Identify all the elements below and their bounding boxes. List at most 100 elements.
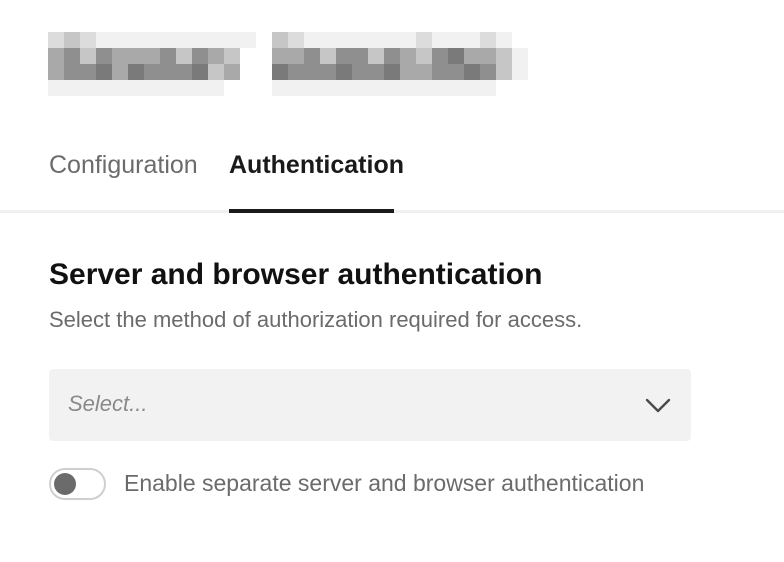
redacted-pixel xyxy=(544,64,560,80)
redacted-pixel xyxy=(352,32,368,48)
redacted-pixel xyxy=(336,32,352,48)
redacted-pixel xyxy=(352,80,368,96)
redacted-pixel xyxy=(144,32,160,48)
redacted-pixel xyxy=(288,48,304,64)
redacted-pixel xyxy=(512,32,528,48)
redacted-pixel xyxy=(288,80,304,96)
redacted-pixel xyxy=(48,32,64,48)
redacted-pixel xyxy=(464,32,480,48)
select-placeholder: Select... xyxy=(68,391,148,416)
redacted-pixel xyxy=(464,64,480,80)
redacted-pixel xyxy=(368,48,384,64)
redacted-pixel xyxy=(544,48,560,64)
redacted-pixel xyxy=(240,64,256,80)
redacted-pixel xyxy=(384,80,400,96)
redacted-pixel xyxy=(448,32,464,48)
redacted-pixel xyxy=(512,64,528,80)
redacted-pixel xyxy=(528,80,544,96)
separate-auth-toggle-label[interactable]: Enable separate server and browser authe… xyxy=(124,470,644,497)
tab-configuration[interactable]: Configuration xyxy=(49,151,198,179)
redacted-pixel xyxy=(400,32,416,48)
redacted-pixel xyxy=(496,32,512,48)
redacted-pixel xyxy=(240,32,256,48)
redacted-pixel xyxy=(320,64,336,80)
redacted-pixel xyxy=(400,48,416,64)
redacted-pixel xyxy=(448,64,464,80)
redacted-pixel xyxy=(64,64,80,80)
redacted-pixel xyxy=(368,64,384,80)
redacted-pixel xyxy=(192,32,208,48)
redacted-pixel xyxy=(208,32,224,48)
redacted-pixel xyxy=(48,80,64,96)
redacted-pixel xyxy=(176,64,192,80)
redacted-pixel xyxy=(496,64,512,80)
redacted-pixel xyxy=(320,80,336,96)
redacted-pixel xyxy=(224,48,240,64)
redacted-pixel xyxy=(48,48,64,64)
redacted-pixel xyxy=(304,80,320,96)
app-page: Configuration Authentication Server and … xyxy=(0,0,784,562)
redacted-pixel xyxy=(288,32,304,48)
redacted-pixel xyxy=(368,80,384,96)
redacted-pixel xyxy=(80,64,96,80)
redacted-pixel xyxy=(144,48,160,64)
redacted-pixel xyxy=(416,32,432,48)
redacted-pixel xyxy=(336,48,352,64)
redacted-pixel xyxy=(320,32,336,48)
redacted-pixel xyxy=(160,48,176,64)
redacted-pixel xyxy=(384,32,400,48)
redacted-pixel xyxy=(464,80,480,96)
redacted-pixel xyxy=(208,48,224,64)
redacted-pixel xyxy=(144,80,160,96)
redacted-pixel xyxy=(320,48,336,64)
redacted-pixel xyxy=(80,48,96,64)
auth-method-select[interactable]: Select... xyxy=(49,369,691,441)
redacted-pixel xyxy=(208,64,224,80)
redacted-pixel xyxy=(112,48,128,64)
redacted-pixel xyxy=(384,64,400,80)
redacted-pixel xyxy=(144,64,160,80)
redacted-pixel xyxy=(336,64,352,80)
active-tab-indicator xyxy=(229,209,394,213)
section-title: Server and browser authentication xyxy=(49,258,543,291)
redacted-pixel xyxy=(128,80,144,96)
redacted-pixel xyxy=(368,32,384,48)
redacted-pixel xyxy=(304,64,320,80)
redacted-pixel xyxy=(528,64,544,80)
redacted-pixel xyxy=(432,48,448,64)
redacted-pixel xyxy=(240,48,256,64)
redacted-pixel xyxy=(272,48,288,64)
redacted-pixel xyxy=(96,48,112,64)
redacted-pixel xyxy=(256,64,272,80)
redacted-pixel xyxy=(464,48,480,64)
redacted-pixel xyxy=(480,48,496,64)
redacted-pixel xyxy=(112,80,128,96)
redacted-pixel xyxy=(448,48,464,64)
redacted-pixel xyxy=(208,80,224,96)
redacted-pixel xyxy=(224,32,240,48)
chevron-down-icon xyxy=(645,398,671,413)
redacted-pixel xyxy=(96,32,112,48)
redacted-pixel xyxy=(80,80,96,96)
redacted-pixel xyxy=(480,32,496,48)
separate-auth-toggle[interactable] xyxy=(49,468,106,500)
redacted-pixel xyxy=(80,32,96,48)
toggle-knob xyxy=(54,473,76,495)
redacted-pixel xyxy=(176,80,192,96)
redacted-pixel xyxy=(304,32,320,48)
redacted-pixel xyxy=(416,48,432,64)
redacted-pixel xyxy=(432,32,448,48)
redacted-pixel xyxy=(528,48,544,64)
redacted-page-title xyxy=(48,32,560,96)
redacted-pixel xyxy=(240,80,256,96)
tab-authentication[interactable]: Authentication xyxy=(229,151,404,179)
redacted-pixel xyxy=(96,64,112,80)
redacted-pixel xyxy=(176,48,192,64)
redacted-pixel xyxy=(64,48,80,64)
redacted-pixel xyxy=(128,32,144,48)
redacted-pixel xyxy=(544,80,560,96)
redacted-pixel xyxy=(272,80,288,96)
redacted-pixel xyxy=(160,80,176,96)
redacted-pixel xyxy=(64,80,80,96)
redacted-pixel xyxy=(304,48,320,64)
